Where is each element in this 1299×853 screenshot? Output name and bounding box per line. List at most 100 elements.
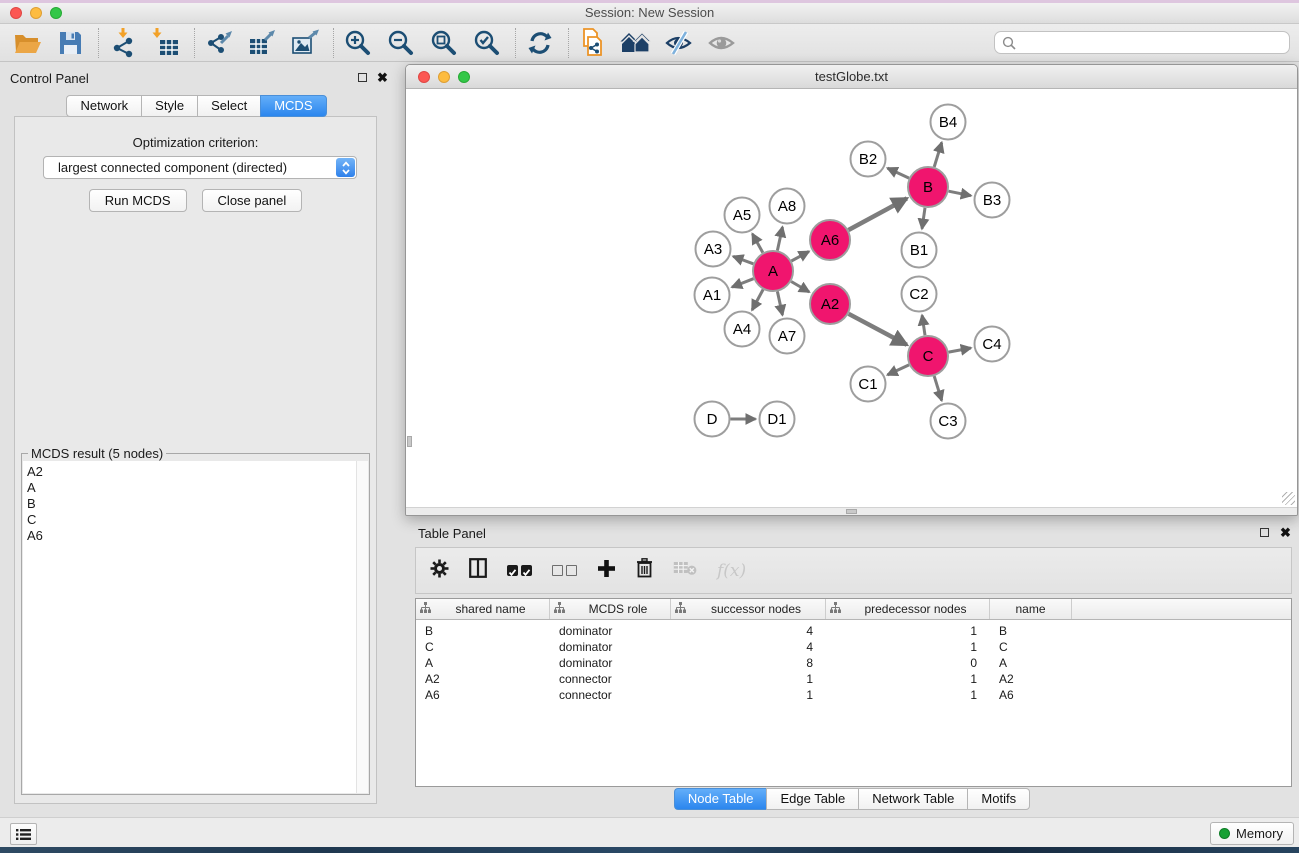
table-row[interactable]: A2connector11A2 xyxy=(416,671,1291,687)
network-horizontal-scrollbar[interactable] xyxy=(406,507,1297,515)
graph-edge-B-B3[interactable] xyxy=(949,191,971,196)
graph-node-A5[interactable]: A5 xyxy=(725,198,760,233)
mcds-result-list[interactable]: A2ABCA6 xyxy=(23,461,368,793)
graph-node-B1[interactable]: B1 xyxy=(902,233,937,268)
graph-node-A7[interactable]: A7 xyxy=(770,319,805,354)
graph-node-B3[interactable]: B3 xyxy=(975,183,1010,218)
graph-edge-A6-B[interactable] xyxy=(849,198,907,230)
float-panel-icon[interactable] xyxy=(358,73,367,82)
network-horizontal-scrollbar-thumb[interactable] xyxy=(846,509,857,514)
mcds-result-scrollbar[interactable] xyxy=(356,461,368,793)
show-panels-list-button[interactable] xyxy=(10,823,37,845)
graph-edge-A2-C[interactable] xyxy=(849,314,907,345)
column-header-name[interactable]: name xyxy=(990,599,1072,619)
graph-node-A3[interactable]: A3 xyxy=(696,232,731,267)
table-row[interactable]: Adominator80A xyxy=(416,655,1291,671)
memory-button[interactable]: Memory xyxy=(1210,822,1294,845)
graph-edge-A-A3[interactable] xyxy=(733,256,753,263)
graph-edge-C-C1[interactable] xyxy=(888,365,910,375)
graph-node-A6[interactable]: A6 xyxy=(810,220,850,260)
criterion-dropdown[interactable]: largest connected component (directed) xyxy=(43,156,357,179)
mcds-result-item[interactable]: A6 xyxy=(27,528,368,544)
network-zoom-button[interactable] xyxy=(458,71,470,83)
toggle-panel-columns-icon[interactable] xyxy=(469,558,487,583)
export-network-icon[interactable] xyxy=(202,26,236,60)
export-image-icon[interactable] xyxy=(288,26,322,60)
graph-edge-A-A8[interactable] xyxy=(777,227,782,251)
graph-edge-C-C3[interactable] xyxy=(934,376,942,400)
table-row[interactable]: A6connector11A6 xyxy=(416,687,1291,703)
close-panel-icon[interactable]: ✖ xyxy=(377,71,388,84)
close-panel-button[interactable]: Close panel xyxy=(202,189,303,212)
search-input[interactable] xyxy=(1020,33,1289,52)
refresh-icon[interactable] xyxy=(523,26,557,60)
show-graphics-details-icon[interactable] xyxy=(705,26,739,60)
zoom-out-icon[interactable] xyxy=(384,26,418,60)
minimize-window-button[interactable] xyxy=(30,7,42,19)
network-vertical-scrollbar-thumb[interactable] xyxy=(407,436,412,447)
graph-edge-A-A5[interactable] xyxy=(752,234,762,253)
mcds-result-item[interactable]: B xyxy=(27,496,368,512)
column-header-shared-name[interactable]: shared name xyxy=(416,599,550,619)
select-all-icon[interactable] xyxy=(507,565,532,576)
graph-node-D1[interactable]: D1 xyxy=(760,402,795,437)
graph-edge-B-B1[interactable] xyxy=(922,208,925,229)
tab-network[interactable]: Network xyxy=(66,95,141,117)
network-close-button[interactable] xyxy=(418,71,430,83)
graph-node-C4[interactable]: C4 xyxy=(975,327,1010,362)
show-all-networks-icon[interactable] xyxy=(619,26,653,60)
graph-edge-A-A7[interactable] xyxy=(777,292,782,316)
import-network-icon[interactable] xyxy=(106,26,140,60)
zoom-selected-icon[interactable] xyxy=(470,26,504,60)
tab-select[interactable]: Select xyxy=(197,95,260,117)
tab-motifs[interactable]: Motifs xyxy=(967,788,1030,810)
float-table-panel-icon[interactable] xyxy=(1260,528,1269,537)
mcds-result-item[interactable]: A2 xyxy=(27,464,368,480)
search-field[interactable] xyxy=(994,31,1290,54)
graph-node-A1[interactable]: A1 xyxy=(695,278,730,313)
graph-edge-C-C2[interactable] xyxy=(922,315,925,335)
column-header-predecessor-nodes[interactable]: predecessor nodes xyxy=(826,599,990,619)
window-resize-grip[interactable] xyxy=(1282,492,1295,505)
graph-node-A8[interactable]: A8 xyxy=(770,189,805,224)
table-row[interactable]: Cdominator41C xyxy=(416,639,1291,655)
graph-node-C3[interactable]: C3 xyxy=(931,404,966,439)
graph-node-C1[interactable]: C1 xyxy=(851,367,886,402)
export-table-icon[interactable] xyxy=(245,26,279,60)
tab-edge-table[interactable]: Edge Table xyxy=(766,788,858,810)
graph-node-A2[interactable]: A2 xyxy=(810,284,850,324)
zoom-window-button[interactable] xyxy=(50,7,62,19)
graph-node-B[interactable]: B xyxy=(908,167,948,207)
graph-edge-B-B4[interactable] xyxy=(934,143,942,167)
graph-edge-C-C4[interactable] xyxy=(949,348,971,352)
graph-node-A4[interactable]: A4 xyxy=(725,312,760,347)
column-header-successor-nodes[interactable]: successor nodes xyxy=(671,599,826,619)
graph-node-D[interactable]: D xyxy=(695,402,730,437)
tab-style[interactable]: Style xyxy=(141,95,197,117)
import-table-icon[interactable] xyxy=(149,26,183,60)
open-file-icon[interactable] xyxy=(10,26,44,60)
tab-node-table[interactable]: Node Table xyxy=(674,788,767,810)
network-minimize-button[interactable] xyxy=(438,71,450,83)
tab-network-table[interactable]: Network Table xyxy=(858,788,967,810)
zoom-fit-icon[interactable] xyxy=(427,26,461,60)
zoom-in-icon[interactable] xyxy=(341,26,375,60)
tab-mcds[interactable]: MCDS xyxy=(260,95,326,117)
deselect-all-icon[interactable] xyxy=(552,565,577,576)
mcds-result-item[interactable]: C xyxy=(27,512,368,528)
network-window-titlebar[interactable]: testGlobe.txt xyxy=(406,65,1297,89)
column-header-mcds-role[interactable]: MCDS role xyxy=(550,599,671,619)
close-window-button[interactable] xyxy=(10,7,22,19)
mcds-result-item[interactable]: A xyxy=(27,480,368,496)
graph-edge-A-A4[interactable] xyxy=(752,290,763,311)
graph-node-A[interactable]: A xyxy=(753,251,793,291)
settings-gear-icon[interactable] xyxy=(430,559,449,583)
graph-edge-A-A6[interactable] xyxy=(791,252,809,262)
graph-node-C2[interactable]: C2 xyxy=(902,277,937,312)
network-canvas[interactable]: AA1A2A3A4A5A6A7A8BB1B2B3B4CC1C2C3C4DD1 xyxy=(406,90,1297,507)
table-row[interactable]: Bdominator41B xyxy=(416,623,1291,639)
save-session-icon[interactable] xyxy=(53,26,87,60)
graph-node-B2[interactable]: B2 xyxy=(851,142,886,177)
graph-node-B4[interactable]: B4 xyxy=(931,105,966,140)
add-column-icon[interactable] xyxy=(597,559,616,583)
